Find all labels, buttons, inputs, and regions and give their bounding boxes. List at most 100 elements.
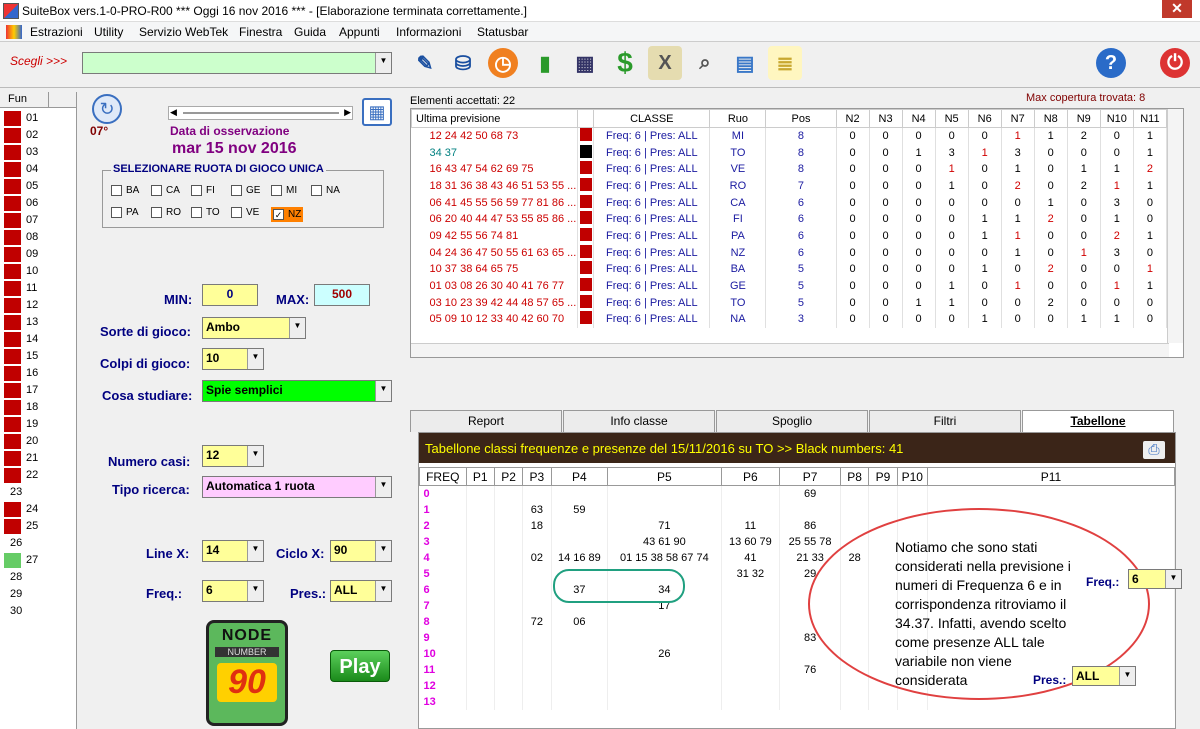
pred-header[interactable]: N5 xyxy=(934,109,969,128)
linex-select[interactable]: 14 ▼ xyxy=(202,540,264,562)
menu-utility[interactable]: Utility xyxy=(94,25,123,39)
pred-row[interactable]: 04 24 36 47 50 55 61 63 65 ... Freq: 6 | … xyxy=(411,244,1168,261)
vertical-scrollbar[interactable] xyxy=(1167,109,1183,343)
menu-finestra[interactable]: Finestra xyxy=(239,25,282,39)
database-icon[interactable]: ⛁ xyxy=(446,46,480,80)
play-button[interactable]: Play xyxy=(330,650,390,682)
scegli-select[interactable]: ▼ xyxy=(82,52,392,74)
magnifier-icon[interactable]: ⌕ xyxy=(688,46,722,80)
pred-row[interactable]: 05 09 10 12 33 40 42 60 70 Freq: 6 | Pres… xyxy=(411,311,1168,328)
dollar-icon[interactable]: $ xyxy=(608,46,642,80)
checkbox-box[interactable] xyxy=(151,185,162,196)
menu-informazioni[interactable]: Informazioni xyxy=(396,25,461,39)
colpi-select[interactable]: 10 ▼ xyxy=(202,348,264,370)
freq-header[interactable]: P11 xyxy=(926,467,1176,486)
checkbox-box[interactable] xyxy=(231,207,242,218)
checkbox-box[interactable] xyxy=(191,207,202,218)
pred-header[interactable]: CLASSE xyxy=(593,109,711,128)
pred-header[interactable]: N9 xyxy=(1066,109,1101,128)
calendar-picker-icon[interactable]: ▦ xyxy=(362,98,392,126)
pred-row[interactable]: 03 10 23 39 42 44 48 57 65 ... Freq: 6 | … xyxy=(411,294,1168,312)
checkbox-box[interactable] xyxy=(191,185,202,196)
pred-row[interactable]: 09 42 55 56 74 81 Freq: 6 | Pres: ALL PA 6 0… xyxy=(411,227,1168,245)
pres-select[interactable]: ALL ▼ xyxy=(330,580,392,602)
ruota-checkbox-ge[interactable]: GE xyxy=(231,185,260,196)
pred-row[interactable]: 16 43 47 54 62 69 75 Freq: 6 | Pres: ALL V… xyxy=(411,160,1168,178)
calculator-icon[interactable]: ▤ xyxy=(728,46,762,80)
ruota-checkbox-pa[interactable]: PA xyxy=(111,207,139,218)
freq-header[interactable]: P8 xyxy=(839,467,870,486)
ruota-checkbox-ba[interactable]: BA xyxy=(111,185,139,196)
ruota-checkbox-ve[interactable]: VE xyxy=(231,207,259,218)
ruota-checkbox-ca[interactable]: CA xyxy=(151,185,180,196)
printer-icon[interactable]: ⎙ xyxy=(1143,441,1165,459)
calendar-icon[interactable]: ▦ xyxy=(568,46,602,80)
freq-header[interactable]: P2 xyxy=(493,467,524,486)
tab-report[interactable]: Report xyxy=(410,410,562,432)
ciclo-select[interactable]: 90 ▼ xyxy=(330,540,392,562)
pred-header[interactable]: N3 xyxy=(868,109,903,128)
freq-header[interactable]: P5 xyxy=(607,467,722,486)
pred-header[interactable] xyxy=(577,109,595,128)
ruota-checkbox-to[interactable]: TO xyxy=(191,207,220,218)
date-slider[interactable]: ◀ ▶ xyxy=(168,106,353,120)
power-icon[interactable]: ⏻ xyxy=(1160,48,1190,78)
pred-header[interactable]: Ruo xyxy=(709,109,767,128)
pred-header[interactable]: N11 xyxy=(1132,109,1168,128)
menu-guida[interactable]: Guida xyxy=(294,25,326,39)
freq-header[interactable]: P1 xyxy=(465,467,495,486)
ruota-checkbox-na[interactable]: NA xyxy=(311,185,340,196)
freq-header[interactable]: P3 xyxy=(522,467,552,486)
rotate-icon[interactable]: ↻ xyxy=(92,94,122,124)
help-icon[interactable]: ? xyxy=(1096,48,1126,78)
freq-header[interactable]: P10 xyxy=(896,467,928,486)
menu-statusbar[interactable]: Statusbar xyxy=(477,25,528,39)
max-input[interactable]: 500 xyxy=(314,284,370,306)
ruota-checkbox-fi[interactable]: FI xyxy=(191,185,215,196)
pred-header[interactable]: N6 xyxy=(967,109,1002,128)
freq-header[interactable]: P6 xyxy=(720,467,781,486)
chart-icon[interactable]: ▮ xyxy=(528,46,562,80)
freq-header[interactable]: FREQ xyxy=(419,467,467,486)
pred-row[interactable]: 06 20 40 44 47 53 55 85 86 ... Freq: 6 | … xyxy=(411,210,1168,228)
tab-spoglio[interactable]: Spoglio xyxy=(716,410,868,432)
pred-row[interactable]: 18 31 36 38 43 46 51 53 55 ... Freq: 6 | … xyxy=(411,177,1168,195)
checkbox-box[interactable] xyxy=(111,207,122,218)
menu-appunti[interactable]: Appunti xyxy=(339,25,380,39)
pred-header[interactable]: Pos xyxy=(765,109,837,128)
pred-header[interactable]: N7 xyxy=(1000,109,1035,128)
ruota-checkbox-ro[interactable]: RO xyxy=(151,207,181,218)
freq-select[interactable]: 6 ▼ xyxy=(202,580,264,602)
checkbox-box[interactable] xyxy=(231,185,242,196)
pencil-icon[interactable]: ✎ xyxy=(408,46,442,80)
pred-header[interactable]: N4 xyxy=(901,109,936,128)
pred-header[interactable]: N8 xyxy=(1033,109,1068,128)
checkbox-box[interactable] xyxy=(311,185,322,196)
menu-servizio-webtek[interactable]: Servizio WebTek xyxy=(139,25,228,39)
tipo-select[interactable]: Automatica 1 ruota ▼ xyxy=(202,476,392,498)
checkbox-box[interactable] xyxy=(111,185,122,196)
pred-row[interactable]: 06 41 45 55 56 59 77 81 86 ... Freq: 6 | … xyxy=(411,194,1168,211)
freq-header[interactable]: P7 xyxy=(779,467,841,486)
freq-header[interactable]: P9 xyxy=(868,467,898,486)
pred-header[interactable]: N2 xyxy=(835,109,870,128)
cosa-select[interactable]: Spie semplici ▼ xyxy=(202,380,392,402)
horizontal-scrollbar[interactable] xyxy=(411,343,1169,357)
pred-row[interactable]: 34 37 Freq: 6 | Pres: ALL TO 8 0 0 1 3 1 3 0 0 0 1 xyxy=(411,144,1168,161)
note-pres-select[interactable]: ALL ▼ xyxy=(1072,666,1136,686)
sorte-select[interactable]: Ambo ▼ xyxy=(202,317,306,339)
pred-header[interactable]: N10 xyxy=(1099,109,1134,128)
ruota-checkbox-nz[interactable]: ✓ NZ xyxy=(271,207,304,223)
checkbox-box[interactable]: ✓ xyxy=(273,209,284,220)
casi-select[interactable]: 12 ▼ xyxy=(202,445,264,467)
tab-info-classe[interactable]: Info classe xyxy=(563,410,715,432)
excel-icon[interactable]: X xyxy=(648,46,682,80)
menu-app-icon[interactable] xyxy=(6,25,22,39)
pred-header[interactable]: Ultima previsione xyxy=(411,109,579,128)
ruota-checkbox-mi[interactable]: MI xyxy=(271,185,297,196)
pred-row[interactable]: 10 37 38 64 65 75 Freq: 6 | Pres: ALL BA 5 0… xyxy=(411,261,1168,278)
clock-icon[interactable]: ◷ xyxy=(488,48,518,78)
menu-estrazioni[interactable]: Estrazioni xyxy=(30,25,83,39)
checkbox-box[interactable] xyxy=(271,185,282,196)
notepad-icon[interactable]: ≣ xyxy=(768,46,802,80)
